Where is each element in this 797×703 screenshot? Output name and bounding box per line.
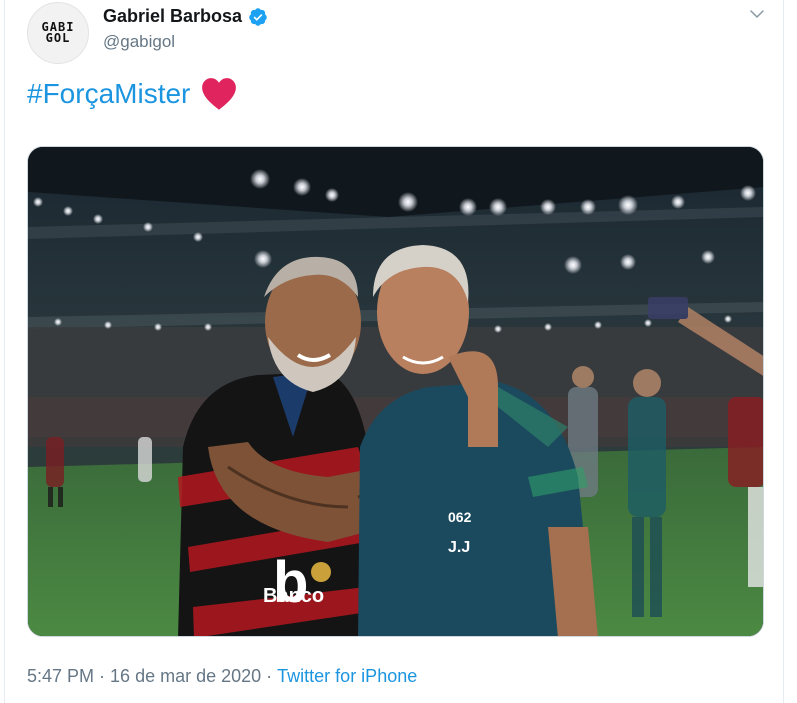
shirt-number: 062 (448, 509, 472, 525)
author-handle[interactable]: @gabigol (103, 32, 175, 52)
avatar-logo: GABI GOL (41, 20, 75, 45)
author-display-name[interactable]: Gabriel Barbosa (103, 6, 242, 27)
tweet-text: #ForçaMister (27, 74, 238, 114)
chevron-down-icon[interactable] (745, 2, 769, 26)
tweet-source-link[interactable]: Twitter for iPhone (277, 666, 417, 687)
avatar[interactable]: GABI GOL (27, 2, 89, 64)
verified-badge-icon (248, 7, 268, 27)
author-row: Gabriel Barbosa (103, 6, 268, 27)
tweet-time[interactable]: 5:47 PM (27, 666, 94, 687)
tweet-card: GABI GOL Gabriel Barbosa @gabigol #Força… (4, 0, 784, 703)
tweet-date[interactable]: 16 de mar de 2020 (110, 666, 261, 687)
tweet-metadata: 5:47 PM · 16 de mar de 2020 · Twitter fo… (27, 666, 417, 687)
meta-separator: · (261, 666, 278, 686)
tweet-photo[interactable]: b Banco 062 J.J (27, 146, 764, 637)
jersey-sponsor: Banco (263, 585, 324, 607)
hashtag-link[interactable]: #ForçaMister (27, 74, 190, 114)
meta-separator: · (94, 666, 111, 686)
red-heart-icon (200, 77, 238, 111)
shirt-initials: J.J (448, 539, 470, 556)
